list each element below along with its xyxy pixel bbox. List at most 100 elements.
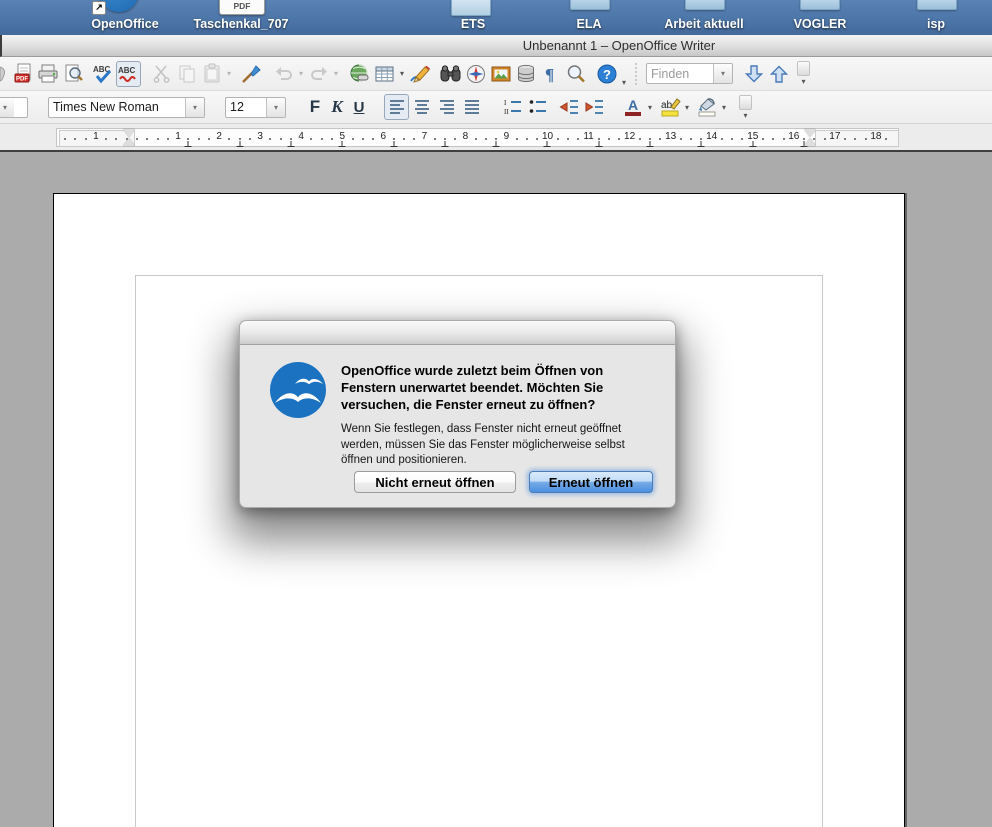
decrease-indent-icon[interactable] (556, 94, 581, 120)
folder-icon-ela[interactable] (570, 0, 610, 10)
export-pdf-button[interactable]: PDF (10, 61, 35, 87)
ruler-tick-dot (157, 138, 159, 140)
ruler-tick-dot (434, 138, 436, 140)
draw-functions-icon[interactable] (407, 61, 432, 87)
ruler-tick-dot (269, 138, 271, 140)
folder-icon-ets[interactable] (451, 0, 491, 16)
ruler-tick-dot (741, 138, 743, 140)
font-size-dropdown-caret[interactable]: ▾ (266, 98, 285, 117)
font-name-combobox[interactable]: ▾ (48, 97, 205, 118)
numbered-list-icon[interactable]: III (500, 94, 525, 120)
increase-indent-icon[interactable] (581, 94, 606, 120)
ruler-number: 3 (257, 131, 263, 142)
pdf-file-icon[interactable]: PDF (219, 0, 265, 15)
data-sources-icon[interactable] (513, 61, 538, 87)
find-replace-icon[interactable] (438, 61, 463, 87)
find-input[interactable] (647, 65, 713, 82)
overflow-caret: ▾ (741, 111, 751, 120)
ruler-tick-dot (526, 138, 528, 140)
desktop-strip: ↗ PDF OpenOffice Taschenkal_707 ETS ELA … (0, 0, 992, 35)
hyperlink-icon[interactable] (347, 61, 372, 87)
underline-button[interactable]: U (348, 99, 370, 116)
print-button[interactable] (35, 61, 60, 87)
find-toolbar-grip[interactable] (633, 63, 638, 85)
copy-icon[interactable] (174, 61, 199, 87)
background-color-dropdown-caret[interactable]: ▾ (719, 103, 729, 112)
italic-button[interactable]: K (326, 97, 348, 117)
svg-text:A: A (627, 97, 637, 113)
dialog-buttons: Nicht erneut öffnen Erneut öffnen (354, 471, 653, 493)
ruler-number: 13 (665, 131, 676, 142)
paste-dropdown-caret[interactable]: ▾ (224, 69, 234, 78)
spellcheck-icon[interactable]: ABC (91, 61, 116, 87)
undo-dropdown-caret[interactable]: ▾ (296, 69, 306, 78)
find-previous-up-icon[interactable] (766, 61, 791, 87)
find-next-down-icon[interactable] (741, 61, 766, 87)
desktop-label-isp[interactable]: isp (856, 17, 992, 31)
undo-icon[interactable] (271, 61, 296, 87)
ruler-tick-dot (105, 138, 107, 140)
align-justify-icon[interactable] (459, 94, 484, 120)
folder-icon-arbeit-aktuell[interactable] (685, 0, 725, 10)
auto-spellcheck-icon[interactable]: ABC (116, 61, 141, 87)
dialog-titlebar[interactable] (240, 321, 675, 345)
dialog-message: Wenn Sie festlegen, dass Fenster nicht e… (341, 422, 655, 469)
find-dropdown-caret[interactable]: ▾ (713, 64, 732, 83)
bullet-list-icon[interactable] (525, 94, 550, 120)
right-margin-marker[interactable] (804, 129, 816, 146)
ruler-tick-dot (321, 138, 323, 140)
dont-reopen-button[interactable]: Nicht erneut öffnen (354, 471, 516, 493)
left-margin-marker[interactable] (123, 129, 135, 146)
toolbar-overflow-caret[interactable]: ▾ (619, 78, 629, 87)
insert-table-icon[interactable] (372, 61, 397, 87)
zoom-icon[interactable] (563, 61, 588, 87)
help-icon[interactable]: ? (594, 61, 619, 87)
background-color-icon[interactable] (694, 94, 719, 120)
font-size-input[interactable] (226, 99, 266, 116)
overflow-bar (797, 61, 810, 76)
reopen-button[interactable]: Erneut öffnen (529, 471, 653, 493)
ruler-tick-dot (659, 138, 661, 140)
highlighting-dropdown-caret[interactable]: ▾ (682, 103, 692, 112)
font-color-icon[interactable]: A (620, 94, 645, 120)
paragraph-style-combobox[interactable]: ▾ (0, 97, 30, 118)
redo-icon[interactable] (306, 61, 331, 87)
document-page[interactable] (53, 193, 905, 827)
align-left-icon[interactable] (384, 94, 409, 120)
window-titlebar[interactable]: Unbenannt 1 – OpenOffice Writer (0, 35, 992, 57)
align-center-icon[interactable] (409, 94, 434, 120)
gallery-icon[interactable] (488, 61, 513, 87)
table-dropdown-caret[interactable]: ▾ (397, 69, 407, 78)
bold-button[interactable]: F (304, 97, 326, 117)
ruler-tick-dot (690, 138, 692, 140)
font-size-combobox[interactable]: ▾ (225, 97, 286, 118)
navigator-icon[interactable] (463, 61, 488, 87)
formatting-toolbar-overflow[interactable]: ▾ (739, 95, 752, 120)
ruler-tick-dot (639, 138, 641, 140)
horizontal-ruler[interactable]: 1234567891011121314151617181 (56, 128, 899, 147)
page-preview-button[interactable] (60, 61, 85, 87)
format-paintbrush-icon[interactable] (238, 61, 263, 87)
ruler-number: 11 (583, 131, 593, 142)
font-name-dropdown-caret[interactable]: ▾ (185, 98, 204, 117)
folder-icon-vogler[interactable] (800, 0, 840, 10)
svg-text:ab: ab (661, 100, 673, 111)
svg-text:II: II (504, 108, 509, 116)
svg-text:?: ? (603, 67, 611, 82)
find-toolbar-overflow[interactable]: ▾ (797, 61, 810, 86)
find-combobox[interactable]: ▾ (646, 63, 733, 84)
style-dropdown-caret[interactable]: ▾ (0, 98, 14, 117)
align-right-icon[interactable] (434, 94, 459, 120)
desktop-label-taschenkal[interactable]: Taschenkal_707 (161, 17, 321, 31)
folder-icon-isp[interactable] (917, 0, 957, 10)
font-color-dropdown-caret[interactable]: ▾ (645, 103, 655, 112)
paste-icon[interactable] (199, 61, 224, 87)
ruler-tick-dot (680, 138, 682, 140)
formatting-marks-icon[interactable]: ¶ (538, 61, 563, 87)
svg-text:ABC: ABC (118, 66, 136, 75)
redo-dropdown-caret[interactable]: ▾ (331, 69, 341, 78)
font-name-input[interactable] (49, 99, 185, 116)
ruler-tick-dot (608, 138, 610, 140)
cut-icon[interactable] (149, 61, 174, 87)
highlighting-icon[interactable]: ab (657, 94, 682, 120)
